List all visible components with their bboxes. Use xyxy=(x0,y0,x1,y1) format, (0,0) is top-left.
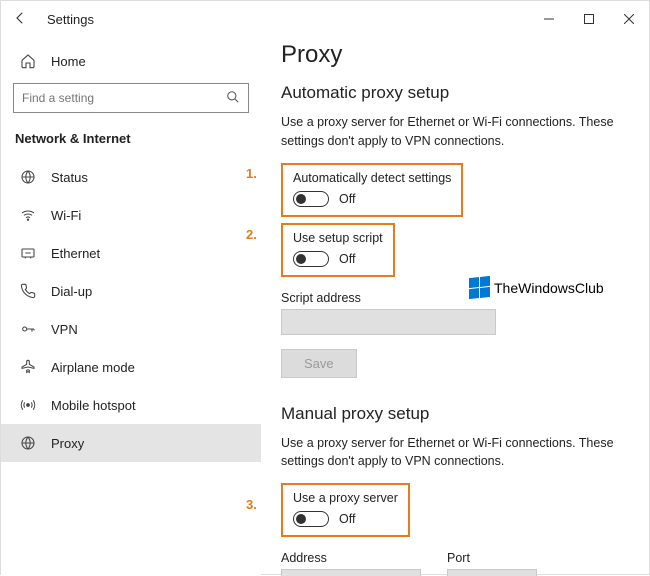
address-label: Address xyxy=(281,551,421,565)
hotspot-icon xyxy=(19,397,37,413)
sidebar-item-ethernet[interactable]: Ethernet xyxy=(1,234,261,272)
annotation-1: 1. xyxy=(246,166,257,181)
page-title: Proxy xyxy=(281,41,625,69)
use-proxy-group: Use a proxy server Off xyxy=(281,483,410,537)
vpn-icon xyxy=(19,321,37,337)
window-title: Settings xyxy=(47,12,94,27)
sidebar-item-proxy[interactable]: Proxy xyxy=(1,424,261,462)
titlebar: Settings xyxy=(1,1,649,37)
sidebar-item-dialup[interactable]: Dial-up xyxy=(1,272,261,310)
manual-section-desc: Use a proxy server for Ethernet or Wi-Fi… xyxy=(281,434,625,472)
ethernet-icon xyxy=(19,245,37,261)
minimize-button[interactable] xyxy=(529,1,569,37)
window-controls xyxy=(529,1,649,37)
script-address-input[interactable] xyxy=(281,309,496,335)
sidebar-home[interactable]: Home xyxy=(1,47,261,83)
sidebar-item-label: Proxy xyxy=(51,436,84,451)
sidebar-item-hotspot[interactable]: Mobile hotspot xyxy=(1,386,261,424)
auto-detect-group: Automatically detect settings Off xyxy=(281,163,463,217)
dialup-icon xyxy=(19,283,37,299)
manual-section-heading: Manual proxy setup xyxy=(281,404,625,424)
setup-script-label: Use setup script xyxy=(293,231,383,245)
sidebar-item-label: VPN xyxy=(51,322,78,337)
home-label: Home xyxy=(51,54,86,69)
sidebar: Home Network & Internet Status Wi-Fi Eth… xyxy=(1,37,261,576)
annotation-3: 3. xyxy=(246,497,257,512)
annotation-2: 2. xyxy=(246,227,257,242)
search-icon xyxy=(226,90,240,107)
use-proxy-toggle[interactable] xyxy=(293,511,329,527)
port-label: Port xyxy=(447,551,537,565)
maximize-button[interactable] xyxy=(569,1,609,37)
setup-script-value: Off xyxy=(339,252,355,266)
sidebar-item-label: Wi-Fi xyxy=(51,208,81,223)
setup-script-group: Use setup script Off xyxy=(281,223,395,277)
auto-detect-value: Off xyxy=(339,192,355,206)
search-input[interactable] xyxy=(22,91,226,105)
sidebar-item-label: Dial-up xyxy=(51,284,92,299)
sidebar-item-vpn[interactable]: VPN xyxy=(1,310,261,348)
sidebar-item-airplane[interactable]: Airplane mode xyxy=(1,348,261,386)
airplane-icon xyxy=(19,359,37,375)
sidebar-item-label: Ethernet xyxy=(51,246,100,261)
sidebar-item-wifi[interactable]: Wi-Fi xyxy=(1,196,261,234)
save-button[interactable]: Save xyxy=(281,349,357,378)
wifi-icon xyxy=(19,207,37,223)
auto-detect-label: Automatically detect settings xyxy=(293,171,451,185)
use-proxy-label: Use a proxy server xyxy=(293,491,398,505)
close-button[interactable] xyxy=(609,1,649,37)
sidebar-item-label: Status xyxy=(51,170,88,185)
setup-script-toggle[interactable] xyxy=(293,251,329,267)
auto-section-desc: Use a proxy server for Ethernet or Wi-Fi… xyxy=(281,113,625,151)
script-address-label: Script address xyxy=(281,291,625,305)
sidebar-item-label: Mobile hotspot xyxy=(51,398,136,413)
status-icon xyxy=(19,169,37,185)
auto-detect-toggle[interactable] xyxy=(293,191,329,207)
home-icon xyxy=(19,53,37,69)
auto-section-heading: Automatic proxy setup xyxy=(281,83,625,103)
search-box[interactable] xyxy=(13,83,249,113)
sidebar-item-status[interactable]: Status xyxy=(1,158,261,196)
sidebar-section-heading: Network & Internet xyxy=(1,127,261,158)
sidebar-item-label: Airplane mode xyxy=(51,360,135,375)
proxy-icon xyxy=(19,435,37,451)
content-pane: Proxy Automatic proxy setup Use a proxy … xyxy=(261,37,649,576)
back-icon[interactable] xyxy=(11,9,29,30)
use-proxy-value: Off xyxy=(339,512,355,526)
